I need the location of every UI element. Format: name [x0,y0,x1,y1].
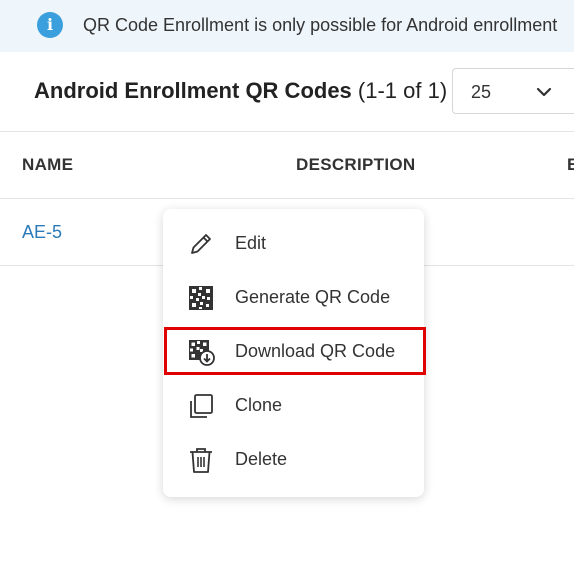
menu-item-label: Download QR Code [235,341,396,361]
column-header-name[interactable]: NAME [22,155,73,175]
menu-item-delete[interactable]: Delete [163,432,424,486]
qr-download-icon [189,340,215,366]
menu-item-label: Generate QR Code [235,287,391,307]
clone-icon [190,394,213,418]
page-title-text: Android Enrollment QR Codes [34,78,352,103]
page-size-select[interactable]: 25 [452,68,574,114]
menu-item-edit[interactable]: Edit [163,216,424,270]
menu-item-label: Edit [235,233,267,253]
column-header-partial[interactable]: E [567,155,574,175]
result-count: (1-1 of 1) [357,78,448,103]
page-title: Android Enrollment QR Codes (1-1 of 1) [34,78,447,104]
chevron-down-icon [536,87,552,97]
menu-item-label: Delete [235,449,288,469]
row-actions-menu: Edit Generate QR Code Download QR Code C… [163,209,424,497]
divider [0,198,574,199]
column-header-description[interactable]: DESCRIPTION [296,155,415,175]
menu-item-download-qr-code[interactable]: Download QR Code [163,324,424,378]
menu-item-label: Clone [235,395,283,415]
qr-code-icon [189,286,213,310]
pencil-icon [191,234,211,254]
info-banner: i QR Code Enrollment is only possible fo… [0,0,574,52]
menu-item-generate-qr-code[interactable]: Generate QR Code [163,270,424,324]
menu-item-clone[interactable]: Clone [163,378,424,432]
info-icon: i [37,12,63,38]
row-name-link[interactable]: AE-5 [22,222,62,243]
divider [0,131,574,132]
info-banner-text: QR Code Enrollment is only possible for … [83,15,558,35]
trash-icon [190,448,212,473]
page-size-value: 25 [471,82,492,102]
